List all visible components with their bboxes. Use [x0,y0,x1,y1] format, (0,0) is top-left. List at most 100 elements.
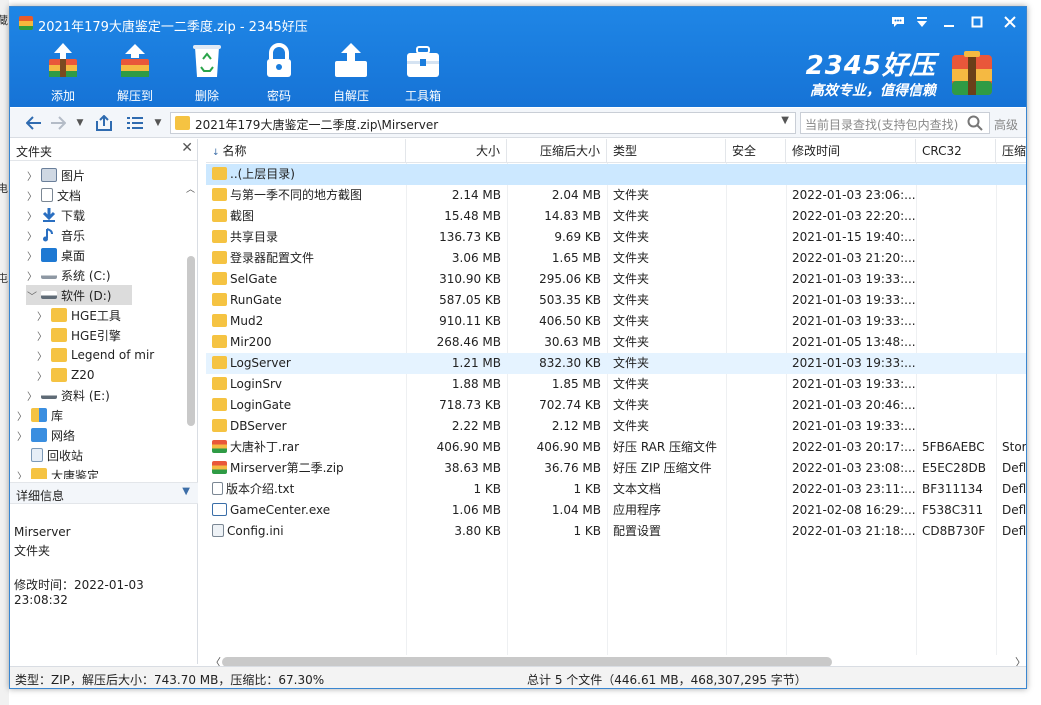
tree-item-drive-e[interactable]: 〉 资料 (E:) [26,385,110,405]
table-row[interactable]: LoginSrv 1.88 MB 1.85 MB 文件夹 2021-01-03 19:3… [206,374,1026,395]
table-row[interactable]: LoginGate 718.73 KB 702.74 KB 文件夹 2021-01-03… [206,395,1026,416]
close-icon[interactable]: ✕ [181,140,193,156]
table-row[interactable]: 与第一季不同的地方截图 2.14 MB 2.04 MB 文件夹 2022-01-03 2… [206,185,1026,206]
table-row[interactable]: 登录器配置文件 3.06 MB 1.65 MB 文件夹 2022-01-03 21:20… [206,248,1026,269]
chevron-right-icon[interactable]: 〉 [36,308,48,323]
chevron-right-icon[interactable]: 〉 [36,328,48,343]
tree-item-recycle-bin[interactable]: 回收站 [16,445,83,465]
background-text: 藏 [0,14,8,27]
extract-to-button[interactable]: 解压到 [105,41,165,104]
chevron-right-icon[interactable]: 〉 [26,168,38,183]
scroll-up-icon[interactable]: ︿ [186,182,195,195]
file-name: Mud2 [230,314,264,328]
tree-scrollbar[interactable]: ︿ ﹀ [186,185,196,479]
toolbox-label: 工具箱 [404,89,441,103]
up-folder-button[interactable] [94,113,114,133]
delete-button[interactable]: 删除 [177,41,237,104]
name-cell: LoginSrv [206,374,406,395]
tree-item-folder[interactable]: 〉 Z20 [36,365,95,385]
table-row[interactable]: DBServer 2.22 MB 2.12 MB 文件夹 2021-01-03 19:3… [206,416,1026,437]
tree-item-desktop[interactable]: 〉 桌面 [26,245,85,265]
back-button[interactable] [24,113,44,133]
search-input[interactable]: 当前目录查找(支持包内查找) [800,112,990,134]
packed-size-cell: 2.12 MB [551,419,601,433]
tree-item-folder[interactable]: 〉 Legend of mir [36,345,154,365]
packed-size-cell: 1 KB [573,482,601,496]
tree-item-drive-c[interactable]: 〉 系统 (C:) [26,265,111,285]
search-icon[interactable] [967,115,983,131]
chevron-right-icon[interactable]: 〉 [36,368,48,383]
table-row[interactable]: Mir200 268.46 MB 30.63 MB 文件夹 2021-01-05 13:… [206,332,1026,353]
table-row[interactable]: ..(上层目录) [206,164,1026,185]
table-row[interactable]: Config.ini 3.80 KB 1 KB 配置设置 2022-01-03 21:1… [206,521,1026,542]
chevron-right-icon[interactable]: 〉 [26,228,38,243]
file-name: LogServer [230,356,291,370]
tree-item-drive-d[interactable]: ﹀ 软件 (D:) [26,285,132,305]
column-crc32[interactable]: CRC32 [916,139,996,163]
table-row[interactable]: Mirserver第二季.zip 38.63 MB 36.76 MB 好压 ZIP 压… [206,458,1026,479]
column-method[interactable]: 压缩 [996,139,1026,163]
table-row[interactable]: 大唐补丁.rar 406.90 MB 406.90 MB 好压 RAR 压缩文件 202… [206,437,1026,458]
tree-item-pictures[interactable]: 〉 图片 [26,165,85,185]
minimize-button[interactable] [938,11,960,33]
search-placeholder: 当前目录查找(支持包内查找) [805,118,959,132]
address-dropdown-icon[interactable]: ▼ [781,115,789,126]
chevron-right-icon[interactable]: 〉 [16,408,28,423]
history-dropdown-icon[interactable]: ▼ [70,113,90,133]
tree-item-label: Legend of mir [71,348,155,362]
table-row[interactable]: Mud2 910.11 KB 406.50 KB 文件夹 2021-01-03 19:3… [206,311,1026,332]
forward-button[interactable] [48,113,68,133]
table-row[interactable]: LogServer 1.21 MB 832.30 KB 文件夹 2021-01-03 1… [206,353,1026,374]
modified-cell: 2021-01-15 19:40:... [792,230,916,244]
column-modified[interactable]: 修改时间 [786,139,916,163]
chevron-right-icon[interactable]: 〉 [26,208,38,223]
view-dropdown-icon[interactable]: ▼ [148,113,168,133]
chevron-right-icon[interactable]: 〉 [16,468,28,480]
chevron-right-icon[interactable]: 〉 [26,268,38,283]
tree-item-network[interactable]: 〉 网络 [16,425,75,445]
scrollbar-thumb[interactable] [187,256,195,426]
password-button[interactable]: 密码 [249,41,309,104]
tree-item-documents[interactable]: 〉 文档 [26,185,81,205]
advanced-search-link[interactable]: 高级 [994,116,1018,133]
chevron-right-icon[interactable]: 〉 [36,348,48,363]
menu-dropdown-icon[interactable] [911,11,933,33]
toolbox-button[interactable]: 工具箱 [393,41,453,104]
table-row[interactable]: 截图 15.48 MB 14.83 MB 文件夹 2022-01-03 22:20:..… [206,206,1026,227]
table-row[interactable]: SelGate 310.90 KB 295.06 KB 文件夹 2021-01-03 1… [206,269,1026,290]
tree-item-library[interactable]: 〉 库 [16,405,63,425]
add-button[interactable]: 添加 [33,41,93,104]
tree-item-folder[interactable]: 〉 HGE引擎 [36,325,121,345]
feedback-icon[interactable] [887,11,909,33]
address-bar[interactable]: 2021年179大唐鉴定一二季度.zip\Mirserver ▼ [170,112,796,134]
view-mode-button[interactable] [125,113,145,133]
chevron-right-icon[interactable]: 〉 [26,188,38,203]
chevron-right-icon[interactable]: 〉 [26,248,38,263]
status-archive-info: 类型：ZIP，解压后大小：743.70 MB，压缩比：67.30% [15,673,325,687]
tree-item-downloads[interactable]: 〉 下载 [26,205,85,225]
column-packed-size[interactable]: 压缩后大小 [507,139,607,163]
chevron-down-icon[interactable]: ﹀ [26,288,38,303]
file-name: LoginSrv [230,377,283,391]
details-header[interactable]: 详细信息 ▼ [10,482,198,504]
table-row[interactable]: 版本介绍.txt 1 KB 1 KB 文本文档 2022-01-03 23:11:...… [206,479,1026,500]
type-cell: 文件夹 [613,314,650,328]
self-extract-button[interactable]: 自解压 [321,41,381,104]
column-name[interactable]: ↓ 名称 [206,139,406,163]
tree-item-folder[interactable]: 〉 大唐鉴定 [16,465,99,479]
chevron-right-icon[interactable]: 〉 [26,388,38,403]
table-row[interactable]: GameCenter.exe 1.06 MB 1.04 MB 应用程序 2021-02-… [206,500,1026,521]
table-row[interactable]: RunGate 587.05 KB 503.35 KB 文件夹 2021-01-03 1… [206,290,1026,311]
collapse-icon[interactable]: ▼ [182,486,190,497]
crc-cell: BF311134 [922,482,983,496]
column-type[interactable]: 类型 [607,139,726,163]
tree-item-music[interactable]: 〉 音乐 [26,225,85,245]
table-row[interactable]: 共享目录 136.73 KB 9.69 KB 文件夹 2021-01-15 19:40:… [206,227,1026,248]
close-button[interactable] [999,11,1021,33]
security-cell [726,458,786,479]
column-security[interactable]: 安全 [726,139,786,163]
maximize-button[interactable] [966,11,988,33]
column-size[interactable]: 大小 [406,139,507,163]
tree-item-folder[interactable]: 〉 HGE工具 [36,305,121,325]
chevron-right-icon[interactable]: 〉 [16,428,28,443]
